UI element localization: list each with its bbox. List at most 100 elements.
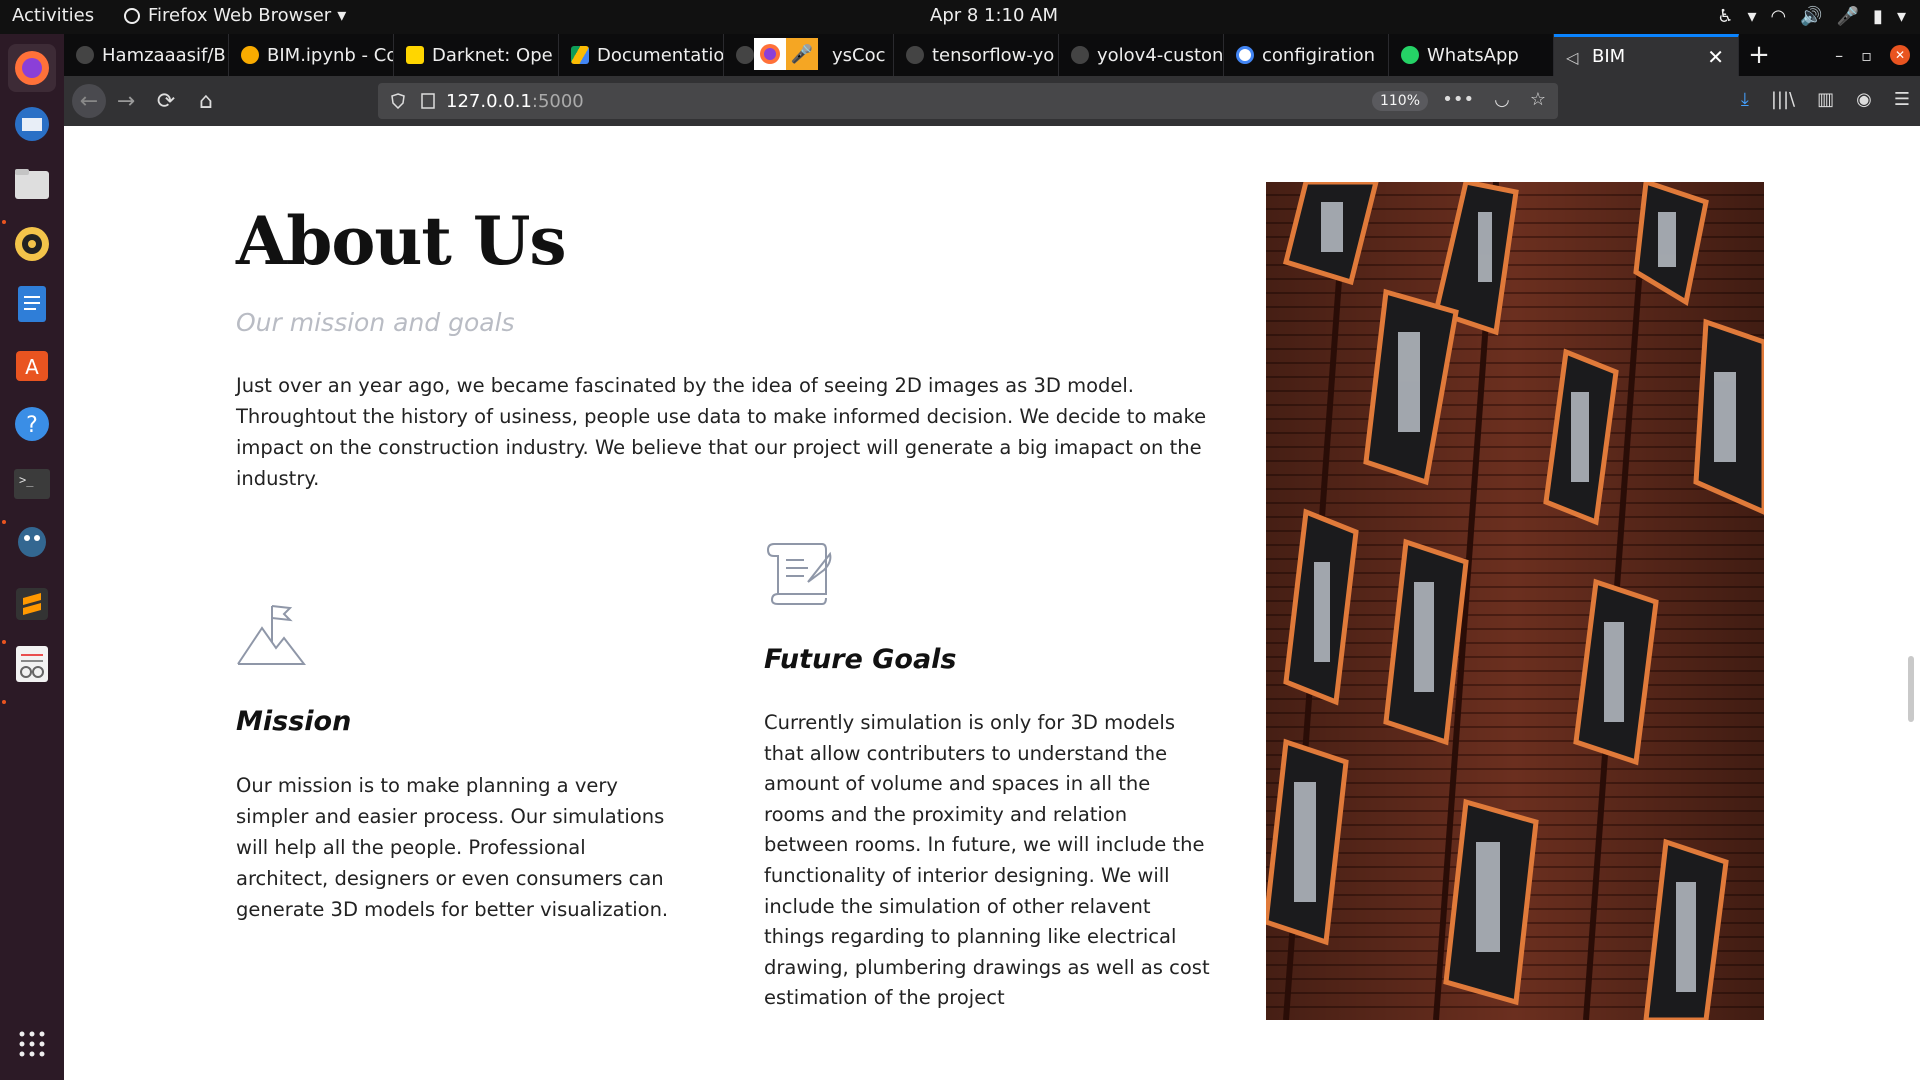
forward-button[interactable]: →	[106, 83, 146, 119]
running-indicator	[2, 640, 6, 644]
bookmark-star-icon[interactable]: ☆	[1530, 89, 1546, 110]
activities-button[interactable]: Activities	[12, 5, 94, 26]
darknet-icon	[406, 46, 424, 64]
future-goals-text: Currently simulation is only for 3D mode…	[764, 711, 1210, 1010]
github-icon	[76, 46, 94, 64]
mountain-flag-icon	[237, 605, 306, 665]
pocket-icon[interactable]: ◡	[1494, 89, 1510, 110]
tab[interactable]: tensorflow-yo	[894, 34, 1059, 76]
github-icon	[906, 46, 924, 64]
tab[interactable]: configiration	[1224, 34, 1389, 76]
wifi-icon[interactable]: ◠	[1770, 6, 1786, 27]
firefox-small-icon	[124, 7, 140, 24]
navigation-toolbar: ← → ⟳ ⌂ 127.0.0.1:5000 110% ••• ◡ ☆ ⤓ ||…	[64, 76, 1920, 126]
help-icon[interactable]: ?	[8, 400, 56, 448]
app-menu[interactable]: Firefox Web Browser ▾	[122, 5, 346, 26]
tab[interactable]: Documentatio	[559, 34, 724, 76]
mission-text: Our mission is to make planning a very s…	[236, 774, 669, 921]
tab-title: Hamzaaasif/B	[102, 44, 226, 66]
app-grid-icon[interactable]	[8, 1020, 56, 1068]
microphone-icon: 🎤	[786, 38, 818, 70]
rhythmbox-icon[interactable]	[8, 220, 56, 268]
new-tab-button[interactable]: +	[1739, 34, 1779, 76]
home-button[interactable]: ⌂	[186, 83, 226, 119]
tab-title: WhatsApp	[1427, 44, 1519, 66]
reload-button[interactable]: ⟳	[146, 83, 186, 119]
sidebar-icon[interactable]: ▥	[1817, 89, 1834, 110]
future-goals-heading: Future Goals	[764, 644, 957, 675]
more-actions-icon[interactable]: •••	[1442, 89, 1474, 110]
github-icon	[1071, 46, 1089, 64]
tab[interactable]: Darknet: Ope	[394, 34, 559, 76]
running-indicator	[2, 700, 6, 704]
page-info-icon[interactable]	[420, 93, 436, 109]
software-center-icon[interactable]: A	[8, 340, 56, 388]
zoom-indicator[interactable]: 110%	[1371, 91, 1428, 111]
colab-icon	[241, 46, 259, 64]
terminal-icon[interactable]: >_	[8, 460, 56, 508]
download-icon[interactable]: ⤓	[1741, 89, 1749, 110]
page-scrollbar[interactable]	[1908, 656, 1914, 722]
google-icon	[1236, 46, 1254, 64]
sublime-icon[interactable]	[8, 580, 56, 628]
battery-icon[interactable]: ▮	[1873, 6, 1883, 27]
tab[interactable]: 🎤 ysCoc	[724, 34, 894, 76]
mission-heading: Mission	[236, 706, 352, 737]
tab[interactable]: Hamzaaasif/B	[64, 34, 229, 76]
url-text[interactable]: 127.0.0.1:5000	[446, 91, 584, 112]
system-top-bar: Activities Firefox Web Browser ▾ Apr 8 1…	[0, 0, 1920, 34]
page-title: About Us	[236, 202, 567, 280]
shield-icon[interactable]	[390, 93, 406, 109]
toolbar-right: ⤓ |||\ ▥ ◉ ☰	[1741, 89, 1910, 110]
tab-title: configiration	[1262, 44, 1375, 66]
chevron-down-icon: ▾	[1896, 6, 1906, 27]
dock: A ? >_	[0, 34, 64, 1080]
thunderbird-icon[interactable]	[8, 100, 56, 148]
text-editor-icon[interactable]	[8, 640, 56, 688]
hamburger-menu-icon[interactable]: ☰	[1894, 89, 1910, 110]
microphone-icon[interactable]: 🎤	[1837, 6, 1859, 27]
writer-icon[interactable]	[8, 280, 56, 328]
account-icon[interactable]: ◉	[1856, 89, 1872, 110]
intro-paragraph: Just over an year ago, we became fascina…	[236, 374, 1207, 490]
volume-icon[interactable]: 🔊	[1800, 6, 1822, 27]
app-menu-label: Firefox Web Browser	[148, 5, 332, 26]
tab-active[interactable]: ◁ BIM ✕	[1554, 34, 1739, 76]
whatsapp-icon	[1401, 46, 1419, 64]
running-indicator	[2, 220, 6, 224]
url-bar[interactable]: 127.0.0.1:5000 110% ••• ◡ ☆	[378, 83, 1558, 119]
tab-title: ysCoc	[832, 44, 886, 66]
page-content: About Us Our mission and goals Just over…	[64, 126, 1920, 1080]
chevron-down-icon: ▾	[1747, 6, 1757, 27]
svg-text:?: ?	[26, 413, 38, 438]
chevron-down-icon: ▾	[337, 5, 347, 26]
firefox-icon[interactable]	[8, 44, 56, 92]
tab-title: BIM	[1592, 46, 1626, 67]
postgres-icon[interactable]	[8, 520, 56, 568]
running-indicator	[2, 520, 6, 524]
back-button[interactable]: ←	[72, 84, 106, 118]
svg-text:>_: >_	[19, 473, 34, 487]
system-tray[interactable]: ♿ ▾ ◠ 🔊 🎤 ▮ ▾	[1717, 6, 1906, 27]
minimize-icon[interactable]: –	[1835, 46, 1843, 65]
tab[interactable]: BIM.ipynb - Co	[229, 34, 394, 76]
tab[interactable]: WhatsApp	[1389, 34, 1554, 76]
close-window-icon[interactable]: ✕	[1890, 45, 1910, 65]
clock[interactable]: Apr 8 1:10 AM	[930, 5, 1058, 26]
files-icon[interactable]	[8, 160, 56, 208]
tab-strip: Hamzaaasif/B BIM.ipynb - Co Darknet: Ope…	[64, 34, 1920, 76]
url-host: 127.0.0.1	[446, 90, 532, 112]
tab-title: tensorflow-yo	[932, 44, 1055, 66]
maximize-icon[interactable]: ▫	[1861, 46, 1872, 65]
page-subtitle: Our mission and goals	[236, 308, 515, 337]
tab-title: Documentatio	[597, 44, 723, 66]
github-icon	[736, 46, 754, 64]
svg-text:A: A	[25, 355, 39, 379]
firefox-overlay-icon	[754, 38, 786, 70]
building-facade-image	[1266, 182, 1764, 1020]
close-icon[interactable]: ✕	[1707, 45, 1724, 69]
library-icon[interactable]: |||\	[1771, 89, 1795, 110]
tab[interactable]: yolov4-custon	[1059, 34, 1224, 76]
accessibility-icon[interactable]: ♿	[1717, 6, 1733, 27]
drive-icon	[571, 46, 589, 64]
